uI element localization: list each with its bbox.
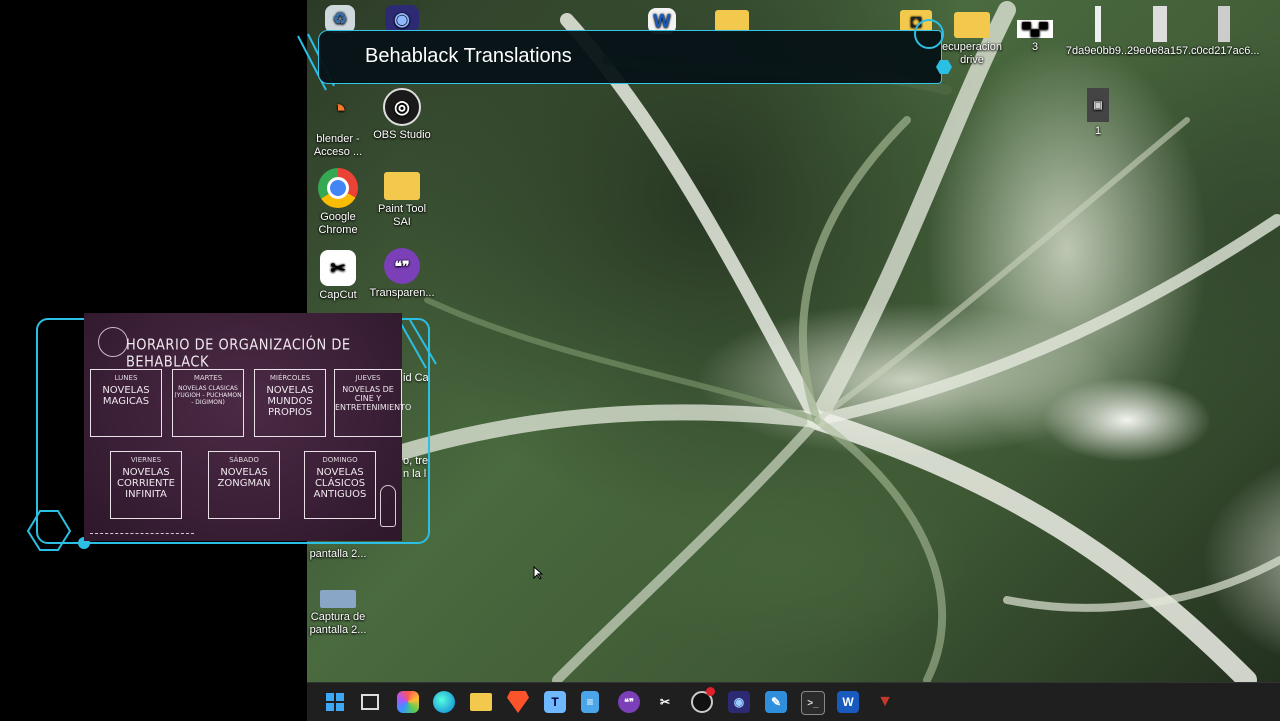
audio-app-icon[interactable]: ◉ bbox=[728, 691, 750, 713]
capcut-icon[interactable]: ✂ bbox=[654, 691, 676, 713]
word-icon[interactable]: W bbox=[837, 691, 859, 713]
app-v-icon[interactable]: ▼ bbox=[874, 691, 896, 713]
image-thumbnail-icon: ▣ bbox=[1087, 88, 1109, 122]
windows-start-icon[interactable] bbox=[324, 691, 346, 713]
day-label: DOMINGO bbox=[322, 456, 358, 464]
icon-label: 1 bbox=[1094, 125, 1102, 137]
obs-icon[interactable] bbox=[691, 687, 715, 713]
schedule-day-box: DOMINGO NOVELAS CLÁSICOS ANTIGUOS bbox=[304, 451, 376, 519]
icon-label: 29e0e8a157... bbox=[1127, 45, 1198, 57]
task-view-icon[interactable] bbox=[359, 691, 381, 713]
google-chrome-shortcut[interactable]: Google Chrome bbox=[307, 168, 371, 237]
obs-icon: ◎ bbox=[383, 88, 421, 126]
image-file-7da9[interactable]: 7da9e0bb9... bbox=[1065, 6, 1131, 58]
capcut-shortcut[interactable]: ✂ CapCut bbox=[307, 250, 371, 302]
schedule-day-box: MARTES NOVELAS CLASICAS (YUGIOH - PUCHAM… bbox=[172, 369, 244, 437]
schedule-day-box: LUNES NOVELAS MAGICAS bbox=[90, 369, 162, 437]
icon-label: Transparen... bbox=[369, 287, 435, 299]
image-thumbnail-icon bbox=[1153, 6, 1167, 42]
banner-title: Behablack Translations bbox=[365, 45, 572, 67]
mouse-cursor-icon bbox=[533, 566, 543, 580]
icon-label: Captura de pantalla 2... bbox=[309, 611, 367, 636]
card-corner-lines bbox=[399, 319, 437, 369]
capcut-icon: ✂ bbox=[320, 250, 356, 286]
image-thumbnail-icon bbox=[1095, 6, 1101, 42]
day-label: JUEVES bbox=[355, 374, 381, 382]
image-file-c0cd[interactable]: c0cd217ac6... bbox=[1191, 6, 1260, 58]
translator-icon[interactable]: T bbox=[544, 691, 566, 713]
icon-label: pantalla 2... bbox=[309, 548, 367, 560]
category-label: NOVELAS MUNDOS PROPIOS bbox=[266, 385, 314, 418]
day-label: MIÉRCOLES bbox=[269, 374, 311, 382]
chat-quote-icon: ❝❞ bbox=[384, 248, 420, 284]
icon-label: 7da9e0bb9... bbox=[1065, 45, 1131, 57]
category-label: NOVELAS CLÁSICOS ANTIGUOS bbox=[313, 467, 367, 500]
icon-label: 3 bbox=[1031, 41, 1039, 53]
blender-icon: ◔ bbox=[328, 92, 348, 126]
day-label: SÁBADO bbox=[229, 456, 259, 464]
terminal-icon[interactable]: >_ bbox=[801, 691, 825, 715]
day-label: VIERNES bbox=[130, 456, 162, 464]
image-file-1[interactable]: ▣ 1 bbox=[1065, 88, 1131, 138]
category-label: NOVELAS ZONGMAN bbox=[217, 467, 271, 489]
blender-shortcut[interactable]: ◔ blender - Acceso ... bbox=[307, 88, 371, 159]
schedule-title: HORARIO DE ORGANIZACIÓN DE BEHABLACK bbox=[126, 336, 351, 372]
screenshot-thumbnail-icon bbox=[320, 590, 356, 608]
icon-label: Google Chrome bbox=[318, 211, 358, 236]
icon-label: c0cd217ac6... bbox=[1191, 45, 1260, 57]
obs-studio-shortcut[interactable]: ◎ OBS Studio bbox=[369, 88, 435, 142]
captura-pantalla-2[interactable]: Captura de pantalla 2... bbox=[307, 590, 371, 637]
schedule-day-box: JUEVES NOVELAS DE CINE Y ENTRETENIMIENTO bbox=[334, 369, 412, 437]
category-label: NOVELAS MAGICAS bbox=[102, 385, 150, 407]
recycle-bin-icon: ♻ bbox=[325, 5, 355, 33]
chrome-icon bbox=[318, 168, 358, 208]
logo-circle-icon bbox=[98, 327, 128, 357]
day-label: MARTES bbox=[193, 374, 223, 382]
folder-icon bbox=[715, 10, 749, 32]
category-label: NOVELAS CORRIENTE INFINITA bbox=[117, 467, 175, 500]
image-thumbnail-icon bbox=[1218, 6, 1230, 42]
schedule-day-box: VIERNES NOVELAS CORRIENTE INFINITA bbox=[110, 451, 182, 519]
folder-icon bbox=[384, 172, 420, 200]
icon-label: blender - Acceso ... bbox=[313, 133, 363, 158]
banner-circle-decor bbox=[914, 19, 952, 74]
notepad-icon[interactable]: ≡ bbox=[581, 691, 599, 713]
transparent-shortcut[interactable]: ❝❞ Transparen... bbox=[369, 248, 435, 300]
folder-icon bbox=[954, 12, 990, 38]
captura-pantalla-1[interactable]: pantalla 2... bbox=[307, 548, 371, 561]
file-explorer-icon[interactable] bbox=[470, 693, 492, 711]
brave-icon[interactable] bbox=[507, 691, 529, 713]
copilot-icon[interactable] bbox=[397, 691, 419, 713]
audio-app-icon: ◉ bbox=[385, 5, 419, 33]
category-label: NOVELAS DE CINE Y ENTRETENIMIENTO bbox=[335, 385, 412, 412]
paint-tool-sai-folder[interactable]: Paint Tool SAI bbox=[369, 172, 435, 229]
taskbar: T ≡ ❝❞ ✂ ◉ ✎ >_ W ▼ bbox=[307, 682, 1280, 721]
icon-label: OBS Studio bbox=[373, 129, 431, 141]
image-thumbnail-icon: ▀▄▀ bbox=[1017, 20, 1053, 38]
edge-icon[interactable] bbox=[433, 691, 455, 713]
day-label: LUNES bbox=[114, 374, 138, 382]
lightbulb-icon bbox=[380, 485, 396, 527]
schedule-chalkboard: HORARIO DE ORGANIZACIÓN DE BEHABLACK LUN… bbox=[84, 313, 412, 541]
transparent-chat-icon[interactable]: ❝❞ bbox=[618, 691, 640, 713]
icon-label: CapCut bbox=[319, 289, 357, 301]
image-file-29e0[interactable]: 29e0e8a157... bbox=[1127, 6, 1198, 58]
stream-title-banner: Behablack Translations bbox=[318, 30, 942, 84]
schedule-day-box: SÁBADO NOVELAS ZONGMAN bbox=[208, 451, 280, 519]
wallpaper-swirls bbox=[339, 1, 1280, 682]
chalk-zigzag-decor bbox=[90, 527, 194, 534]
schedule-day-box: MIÉRCOLES NOVELAS MUNDOS PROPIOS bbox=[254, 369, 326, 437]
desktop-wallpaper[interactable]: ♻ ◉ W ◘ ecuperacion drive ▀▄▀ 3 7da9e0bb… bbox=[307, 0, 1280, 682]
image-file-3[interactable]: ▀▄▀ 3 bbox=[1002, 20, 1068, 54]
paint-icon[interactable]: ✎ bbox=[765, 691, 787, 713]
category-label: NOVELAS CLASICAS (YUGIOH - PUCHAMON - DI… bbox=[174, 385, 242, 406]
icon-label: Paint Tool SAI bbox=[377, 203, 427, 228]
